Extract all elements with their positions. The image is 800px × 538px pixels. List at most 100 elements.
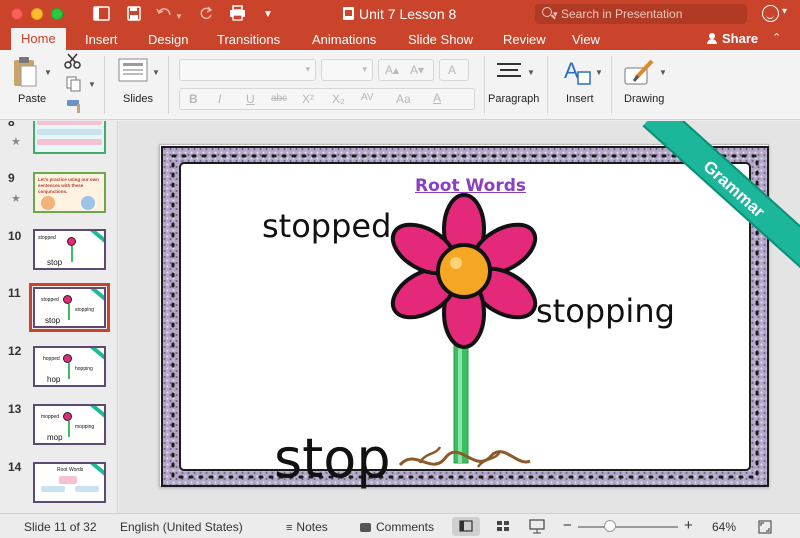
comments-button[interactable]: Comments (360, 520, 434, 534)
cut-icon[interactable] (64, 53, 82, 69)
tab-view[interactable]: View (572, 31, 600, 48)
superscript-button[interactable]: X² (302, 92, 314, 106)
document-title: Unit 7 Lesson 8 (343, 6, 456, 22)
insert-dropdown-icon[interactable]: ▼ (595, 68, 603, 77)
clear-formatting-button[interactable]: A (439, 59, 469, 81)
sidebar-toggle-icon[interactable] (93, 6, 111, 22)
language-indicator[interactable]: English (United States) (120, 520, 243, 534)
character-spacing-button[interactable]: AV (361, 92, 374, 103)
slide-thumbnail-pane[interactable]: 8 ★ 9 ★ Let's practice using our own sen… (0, 121, 118, 513)
drawing-label[interactable]: Drawing (624, 93, 664, 105)
share-label: Share (722, 31, 759, 46)
copy-dropdown-icon[interactable]: ▼ (88, 80, 96, 89)
undo-icon[interactable] (156, 7, 172, 19)
search-placeholder: Search in Presentation (561, 7, 683, 21)
bold-button[interactable]: B (189, 92, 198, 106)
collapse-ribbon-icon[interactable]: ⌃ (772, 31, 781, 44)
slide-show-button[interactable] (523, 517, 551, 536)
font-size-field[interactable]: ▾ (321, 59, 373, 81)
thumbnail-word: mopped (41, 414, 60, 420)
slide-editor-canvas[interactable]: Root Words stopped stopping stop Grammar (119, 121, 800, 513)
zoom-level[interactable]: 64% (712, 520, 736, 534)
insert-shapes-icon[interactable]: A (562, 58, 592, 86)
thumbnail-slide-12[interactable]: hopped hopping hop (33, 346, 106, 387)
notes-button[interactable]: ≡ Notes (286, 520, 328, 534)
fit-to-window-icon[interactable] (758, 520, 772, 534)
share-button[interactable]: Share (706, 31, 758, 46)
kid-illustration (41, 196, 55, 210)
ribbon-separator (168, 56, 169, 114)
format-painter-icon[interactable] (66, 98, 84, 114)
increase-font-size-icon[interactable]: A▴ (385, 63, 399, 77)
font-color-button[interactable]: A (433, 91, 441, 105)
ribbon-separator (484, 56, 485, 114)
current-slide[interactable]: Root Words stopped stopping stop (159, 144, 769, 490)
customize-toolbar-icon[interactable]: ▼ (263, 6, 273, 24)
word-stopping[interactable]: stopping (536, 292, 675, 330)
flower-icon (63, 295, 72, 304)
italic-button[interactable]: I (218, 92, 221, 106)
tab-transitions[interactable]: Transitions (217, 31, 280, 48)
thumbnail-slide-14[interactable]: Root Words (33, 462, 106, 503)
thumbnail-word: stopped (41, 297, 59, 303)
slides-label[interactable]: Slides (123, 93, 153, 105)
root-word-stop[interactable]: stop (274, 427, 391, 490)
zoom-slider-track[interactable] (578, 526, 678, 528)
font-name-field[interactable]: ▾ (179, 59, 316, 81)
grammar-ribbon-icon (87, 289, 104, 303)
tab-design[interactable]: Design (148, 31, 188, 48)
grammar-ribbon-icon (87, 464, 104, 478)
tab-home[interactable]: Home (11, 28, 66, 50)
save-icon[interactable] (127, 6, 141, 21)
strikethrough-button[interactable]: abc (271, 93, 287, 104)
tab-insert[interactable]: Insert (85, 31, 118, 48)
normal-view-button[interactable] (452, 517, 480, 536)
print-icon[interactable] (229, 5, 246, 21)
paragraph-icon[interactable] (496, 62, 522, 82)
new-slide-icon[interactable] (118, 58, 148, 84)
slides-dropdown-icon[interactable]: ▼ (152, 68, 160, 77)
zoom-in-button[interactable]: + (684, 517, 693, 534)
paste-icon[interactable] (12, 56, 38, 88)
zoom-slider-handle[interactable] (604, 520, 616, 532)
copy-icon[interactable] (66, 76, 82, 92)
word-stopped[interactable]: stopped (262, 207, 391, 245)
search-options-icon[interactable]: ▾ (553, 4, 558, 24)
undo-dropdown-icon[interactable]: ▼ (175, 8, 183, 26)
document-title-text: Unit 7 Lesson 8 (359, 6, 457, 22)
paragraph-dropdown-icon[interactable]: ▼ (527, 68, 535, 77)
thumbnail-slide-11[interactable]: stopped stopping stop (29, 283, 110, 332)
zoom-out-button[interactable]: − (563, 517, 572, 534)
paste-dropdown-icon[interactable]: ▼ (44, 68, 52, 77)
feedback-dropdown-icon[interactable]: ▾ (782, 6, 787, 17)
redo-icon[interactable] (199, 6, 213, 20)
close-window-button[interactable] (11, 8, 23, 20)
insert-label[interactable]: Insert (566, 93, 594, 105)
drawing-brush-icon[interactable] (624, 58, 656, 86)
stem-icon (68, 363, 70, 379)
font-size-grow-shrink[interactable]: A▴ A▾ (378, 59, 434, 81)
zoom-window-button[interactable] (51, 8, 63, 20)
thumbnail-slide-10[interactable]: stopped stop (33, 229, 106, 270)
subscript-button[interactable]: X₂ (332, 92, 345, 106)
paragraph-label[interactable]: Paragraph (488, 93, 539, 105)
paste-label[interactable]: Paste (18, 93, 46, 105)
search-input[interactable]: ▾ Search in Presentation (535, 4, 747, 24)
thumbnail-slide-13[interactable]: mopped mopping mop (33, 404, 106, 445)
slide-sorter-button[interactable] (489, 517, 517, 536)
thumbnail-word: hopped (43, 356, 60, 362)
star-icon: ★ (11, 193, 21, 205)
tab-animations[interactable]: Animations (312, 31, 376, 48)
tab-slide-show[interactable]: Slide Show (408, 31, 473, 48)
underline-button[interactable]: U (246, 92, 255, 106)
decrease-font-size-icon[interactable]: A▾ (410, 63, 424, 77)
thumbnail-number: 10 (8, 229, 22, 243)
thumbnail-slide-8[interactable] (33, 121, 106, 154)
tab-review[interactable]: Review (503, 31, 546, 48)
feedback-smiley-icon[interactable] (762, 5, 779, 22)
change-case-button[interactable]: Aa (396, 92, 411, 106)
minimize-window-button[interactable] (31, 8, 43, 20)
thumbnail-slide-9[interactable]: Let's practice using our own sentences w… (33, 172, 106, 213)
chevron-down-icon: ▾ (362, 64, 367, 74)
drawing-dropdown-icon[interactable]: ▼ (659, 68, 667, 77)
